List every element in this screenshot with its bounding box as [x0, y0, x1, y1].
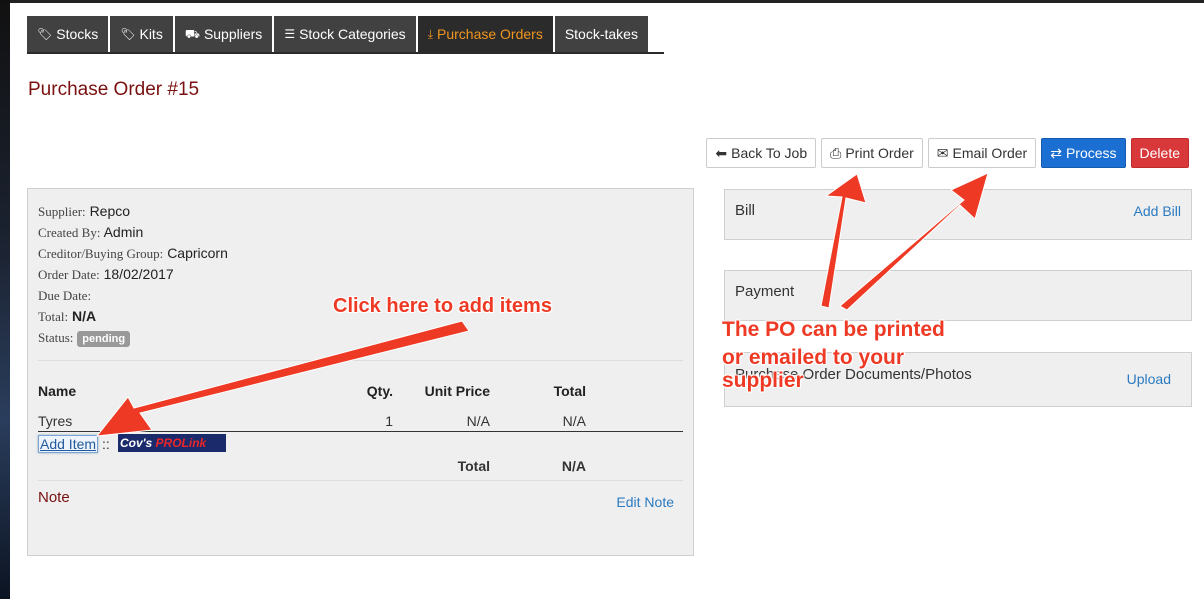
field-label: Supplier: [38, 204, 86, 219]
tags-icon: 🏷︎ [120, 27, 136, 41]
tabs-underline [27, 52, 664, 54]
order-meta: Supplier: Repco Created By: Admin Credit… [38, 201, 228, 348]
annotation-line: supplier [722, 369, 804, 392]
module-tabs: 🏷︎ Stocks 🏷︎ Kits ⛟ Suppliers ☰ Stock Ca… [27, 16, 648, 53]
payment-panel: Payment [724, 270, 1192, 321]
tab-label: Stock Categories [299, 26, 406, 42]
table-header: Name Qty. Unit Price Total [38, 379, 683, 401]
desktop-edge-top [0, 0, 1204, 3]
print-icon: ⎙ [830, 144, 842, 161]
created-by-value: Admin [103, 224, 144, 240]
annotation-line: or emailed to your [722, 346, 905, 369]
add-item-row: Add Item :: Cov's PROLink [38, 432, 683, 454]
due-date-row: Due Date: [38, 285, 228, 306]
creditor-value: Capricorn [167, 245, 228, 261]
annotation-po-print-email: The PO can be printed or emailed to your… [722, 316, 945, 392]
table-footer: Total N/A [38, 454, 683, 476]
footer-total-label: Total [457, 458, 490, 474]
tab-label: Purchase Orders [437, 26, 543, 42]
arrow-left-icon: ⬅︎ [715, 144, 728, 161]
upload-link[interactable]: Upload [1127, 371, 1171, 387]
supplier-value: Repco [89, 203, 131, 219]
tab-stock-takes[interactable]: Stock-takes [554, 16, 648, 53]
status-badge: pending [77, 331, 131, 347]
annotation-line: The PO can be printed [722, 318, 945, 341]
order-date-row: Order Date: 18/02/2017 [38, 264, 228, 285]
total-value: N/A [72, 308, 97, 324]
note-heading: Note [38, 489, 70, 506]
item-name: Tyres [38, 413, 73, 429]
add-item-link[interactable]: Add Item [38, 435, 99, 453]
footer-total-value: N/A [561, 458, 586, 474]
print-order-button[interactable]: ⎙ Print Order [821, 138, 923, 168]
header-qty: Qty. [366, 383, 393, 399]
button-label: Delete [1139, 145, 1180, 161]
button-label: Email Order [952, 145, 1028, 161]
button-label: Back To Job [731, 145, 808, 161]
list-icon: ☰ [284, 27, 296, 41]
tab-label: Kits [139, 26, 163, 42]
header-name: Name [38, 383, 77, 399]
edit-note-link[interactable]: Edit Note [616, 494, 674, 510]
tab-stocks[interactable]: 🏷︎ Stocks [27, 16, 109, 53]
email-order-button[interactable]: ✉︎ Email Order [927, 138, 1037, 168]
tab-stock-categories[interactable]: ☰ Stock Categories [274, 16, 416, 53]
item-unit-price: N/A [466, 413, 490, 429]
retweet-icon: ⇄ [1050, 144, 1062, 161]
order-actions: ⬅︎ Back To Job ⎙ Print Order ✉︎ Email Or… [706, 138, 1189, 168]
creditor-row: Creditor/Buying Group: Capricorn [38, 243, 228, 264]
created-by-row: Created By: Admin [38, 222, 228, 243]
desktop-edge-left [0, 0, 10, 599]
prolink-logo-text: Cov's [120, 436, 156, 450]
tab-label: Suppliers [203, 26, 263, 42]
tab-kits[interactable]: 🏷︎ Kits [110, 16, 173, 53]
page-title: Purchase Order #15 [28, 79, 200, 100]
field-label: Order Date: [38, 267, 100, 282]
field-label: Due Date: [38, 288, 92, 303]
prolink-button[interactable]: Cov's PROLink [118, 434, 226, 452]
payment-heading: Payment [735, 283, 795, 300]
download-icon: ⤓ [427, 27, 433, 41]
field-label: Creditor/Buying Group: [38, 246, 164, 261]
button-label: Print Order [845, 145, 914, 161]
tab-label: Stocks [56, 26, 99, 42]
tab-label: Stock-takes [564, 26, 638, 42]
table-row: Tyres 1 N/A N/A [38, 409, 683, 432]
annotation-add-items: Click here to add items [333, 295, 552, 317]
header-total: Total [553, 383, 586, 399]
separator: :: [102, 436, 110, 452]
field-label: Created By: [38, 225, 101, 240]
envelope-icon: ✉︎ [936, 144, 949, 161]
back-to-job-button[interactable]: ⬅︎ Back To Job [706, 138, 817, 168]
item-qty: 1 [385, 413, 393, 429]
divider [38, 480, 683, 481]
total-row: Total: N/A [38, 306, 228, 327]
supplier-row: Supplier: Repco [38, 201, 228, 222]
tab-suppliers[interactable]: ⛟ Suppliers [174, 16, 273, 53]
divider [38, 360, 683, 361]
field-label: Total: [38, 309, 69, 324]
item-total: N/A [562, 413, 586, 429]
status-row: Status: pending [38, 327, 228, 348]
bill-heading: Bill [735, 202, 756, 219]
prolink-logo-brand: PROLink [155, 436, 207, 450]
header-unit-price: Unit Price [424, 383, 490, 399]
delete-button[interactable]: Delete [1130, 138, 1189, 168]
order-details-panel: Supplier: Repco Created By: Admin Credit… [27, 188, 694, 556]
order-date-value: 18/02/2017 [103, 266, 174, 282]
bill-panel: Bill Add Bill [724, 189, 1192, 240]
tab-purchase-orders[interactable]: ⤓ Purchase Orders [417, 16, 553, 53]
add-bill-link[interactable]: Add Bill [1134, 203, 1181, 219]
process-button[interactable]: ⇄ Process [1041, 138, 1126, 168]
tags-icon: 🏷︎ [37, 27, 53, 41]
items-table: Name Qty. Unit Price Total Tyres 1 N/A N… [38, 379, 683, 476]
field-label: Status: [38, 330, 74, 345]
truck-icon: ⛟ [184, 27, 200, 41]
button-label: Process [1065, 145, 1117, 161]
